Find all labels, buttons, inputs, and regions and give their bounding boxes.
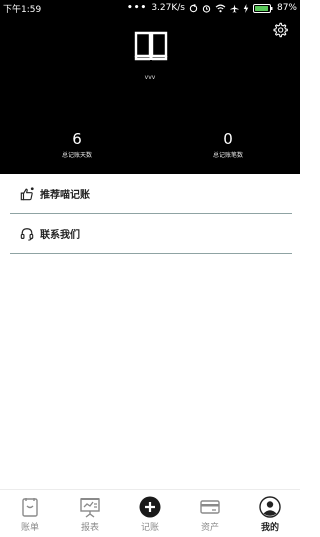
username: vvv <box>144 74 156 81</box>
card-icon <box>200 500 220 514</box>
book-icon <box>134 31 168 61</box>
tab-mine[interactable]: 我的 <box>240 490 300 537</box>
stat-total-days: 6 总记账天数 <box>22 130 132 159</box>
menu-item-recommend[interactable]: 推荐喵记账 <box>10 174 292 214</box>
network-speed: 3.27K/s <box>151 3 185 13</box>
tab-assets[interactable]: 资产 <box>180 490 240 537</box>
charging-icon <box>243 3 249 13</box>
report-icon <box>80 498 100 518</box>
airplane-icon <box>230 3 239 13</box>
settings-menu: 推荐喵记账 联系我们 <box>0 174 300 254</box>
tab-record[interactable]: 记账 <box>120 490 180 537</box>
add-icon <box>139 496 161 518</box>
tab-label: 账单 <box>20 523 39 533</box>
ledger-icon <box>22 498 38 517</box>
thumbs-up-icon <box>20 186 34 200</box>
menu-item-label: 推荐喵记账 <box>40 190 90 201</box>
battery-icon <box>252 3 273 13</box>
profile-header: vvv 6 总记账天数 0 总记账笔数 <box>0 16 300 174</box>
stat-total-records: 0 总记账笔数 <box>173 130 283 159</box>
sync-icon <box>189 3 198 12</box>
stat-value: 6 <box>72 130 82 148</box>
tab-label: 记账 <box>140 523 159 533</box>
tab-label: 报表 <box>80 523 99 533</box>
more-dots-icon: ••• <box>127 3 148 13</box>
stat-label: 总记账笔数 <box>212 152 243 159</box>
wifi-icon <box>215 4 226 12</box>
tab-report[interactable]: 报表 <box>60 490 120 537</box>
stat-label: 总记账天数 <box>61 152 92 159</box>
battery-percent: 87% <box>276 3 297 13</box>
status-bar: 下午1:59 ••• 3.27K/s 87% <box>0 0 300 16</box>
tab-label: 资产 <box>200 523 219 533</box>
alarm-icon <box>202 4 211 13</box>
menu-item-contact[interactable]: 联系我们 <box>10 214 292 254</box>
gear-icon[interactable] <box>272 22 288 38</box>
tab-ledger[interactable]: 账单 <box>0 490 60 537</box>
bottom-tab-bar: 账单 报表 记账 资产 我的 <box>0 489 300 537</box>
status-time: 下午1:59 <box>3 4 42 15</box>
menu-item-label: 联系我们 <box>40 230 80 241</box>
tab-label: 我的 <box>260 523 279 533</box>
headset-icon <box>20 227 34 241</box>
stat-value: 0 <box>223 130 233 148</box>
profile-icon <box>259 496 281 518</box>
status-indicators: ••• 3.27K/s 87% <box>127 3 297 13</box>
